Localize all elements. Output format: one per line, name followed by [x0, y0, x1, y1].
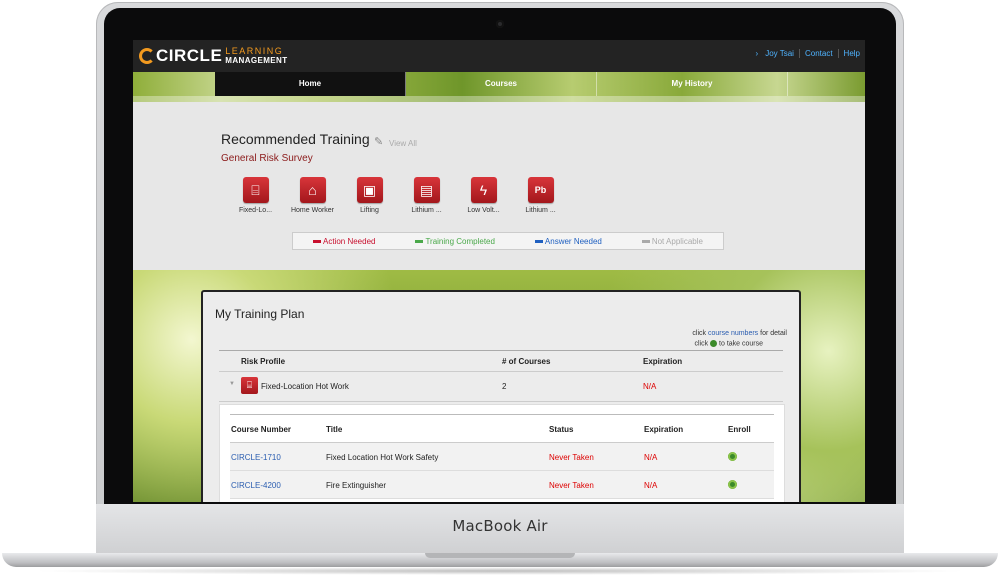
course-title: Fire Extinguisher: [326, 481, 387, 490]
col-expiration: Expiration: [643, 357, 683, 366]
risk-item-fixed-location[interactable]: ⌸ Fixed-Lo...: [227, 177, 284, 214]
course-number-hint: click course numbers for detail: [692, 330, 787, 337]
lifting-icon: ▣: [356, 177, 383, 203]
col-risk-profile: Risk Profile: [241, 357, 286, 366]
risk-item-label: Lifting: [360, 207, 379, 214]
col-enroll: Enroll: [728, 425, 751, 434]
legend-training-completed: Training Completed: [415, 237, 495, 246]
device-shadow: [30, 567, 970, 575]
risk-icon-list: ⌸ Fixed-Lo... ⌂ Home Worker ▣ Lifting ▤ …: [227, 177, 569, 214]
course-expiration: N/A: [644, 453, 658, 462]
nav-courses[interactable]: Courses: [406, 72, 597, 96]
house-icon: ⌂: [299, 177, 326, 203]
contact-link[interactable]: Contact: [798, 49, 838, 58]
user-link[interactable]: Joy Tsai: [760, 49, 799, 58]
nav-history[interactable]: My History: [597, 72, 788, 96]
lead-pb-icon: Pb: [527, 177, 554, 203]
course-expiration: N/A: [644, 481, 658, 490]
enroll-play-icon[interactable]: [728, 480, 737, 489]
lightning-icon: ϟ: [470, 177, 497, 203]
view-all-link[interactable]: View All: [389, 139, 417, 148]
col-num-courses: # of Courses: [502, 357, 551, 366]
plan-table-header: Risk Profile # of Courses Expiration: [219, 350, 783, 372]
risk-expiration: N/A: [643, 382, 657, 391]
course-status: Never Taken: [549, 453, 594, 462]
user-arrow-icon: ›: [755, 49, 759, 58]
stairs-icon: ⌸: [241, 377, 258, 394]
col-course-number: Course Number: [231, 425, 292, 434]
recommended-section: Recommended Training ✎ View All General …: [133, 102, 865, 270]
course-numbers-link[interactable]: course numbers: [708, 330, 758, 337]
help-link[interactable]: Help: [837, 49, 865, 58]
expand-triangle-icon[interactable]: ▼: [229, 381, 235, 387]
course-status: Never Taken: [549, 481, 594, 490]
top-bar: CIRCLE LEARNING MANAGEMENT › Joy Tsai Co…: [133, 40, 865, 72]
table-row: CIRCLE-1710 Fixed Location Hot Work Safe…: [230, 443, 774, 471]
risk-profile-name: Fixed-Location Hot Work: [261, 382, 349, 391]
risk-item-label: Low Volt...: [467, 207, 500, 214]
logo-ring-icon: [139, 48, 155, 64]
table-row[interactable]: ▼ ⌸ Fixed-Location Hot Work 2 N/A: [219, 371, 783, 402]
enroll-play-icon[interactable]: [728, 452, 737, 461]
training-plan-panel: My Training Plan click course numbers fo…: [201, 290, 801, 502]
risk-item-home-worker[interactable]: ⌂ Home Worker: [284, 177, 341, 214]
risk-item-lifting[interactable]: ▣ Lifting: [341, 177, 398, 214]
risk-item-lithium[interactable]: ▤ Lithium ...: [398, 177, 455, 214]
status-legend: Action Needed Training Completed Answer …: [292, 232, 724, 250]
course-number-link[interactable]: CIRCLE-1710: [231, 453, 281, 462]
risk-item-label: Lithium ...: [411, 207, 442, 214]
col-title: Title: [326, 425, 343, 434]
hint-text: for detail: [760, 330, 787, 337]
play-icon: [710, 340, 718, 347]
survey-subtitle[interactable]: General Risk Survey: [221, 153, 313, 164]
course-number-link[interactable]: CIRCLE-4200: [231, 481, 281, 490]
course-table-header: Course Number Title Status Expiration En…: [230, 414, 774, 443]
risk-item-label: Home Worker: [290, 207, 335, 214]
risk-item-label: Fixed-Lo...: [238, 207, 273, 214]
training-plan-title: My Training Plan: [215, 307, 305, 321]
stairs-icon: ⌸: [242, 177, 269, 203]
course-table: Course Number Title Status Expiration En…: [219, 404, 785, 502]
logo-word: CIRCLE: [156, 46, 223, 65]
legend-action-needed: Action Needed: [313, 237, 375, 246]
risk-item-label: Lithium ...: [525, 207, 556, 214]
app-screen: CIRCLE LEARNING MANAGEMENT › Joy Tsai Co…: [133, 40, 865, 502]
main-nav: Home Courses My History: [215, 72, 788, 96]
hint-text: click: [694, 340, 709, 348]
lid-notch: [425, 553, 575, 558]
risk-course-count: 2: [502, 382, 507, 391]
take-course-hint: click to take course: [694, 340, 763, 348]
logo-sub-learning: LEARNING: [225, 46, 284, 56]
risk-item-lithium-pb[interactable]: Pb Lithium ...: [512, 177, 569, 214]
legend-answer-needed: Answer Needed: [535, 237, 602, 246]
risk-item-low-voltage[interactable]: ϟ Low Volt...: [455, 177, 512, 214]
battery-icon: ▤: [413, 177, 440, 203]
col-status: Status: [549, 425, 574, 434]
logo-subtitle: LEARNING MANAGEMENT: [225, 46, 288, 66]
table-row: CIRCLE-4200 Fire Extinguisher Never Take…: [230, 471, 774, 499]
camera-icon: [496, 20, 504, 28]
hint-text: to take course: [719, 340, 763, 348]
recommended-title: Recommended Training: [221, 131, 370, 147]
top-links: › Joy Tsai Contact Help: [751, 49, 865, 58]
course-title: Fixed Location Hot Work Safety: [326, 453, 439, 462]
legend-not-applicable: Not Applicable: [642, 237, 703, 246]
nav-home[interactable]: Home: [215, 72, 406, 96]
hint-text: click: [692, 330, 707, 337]
circle-logo[interactable]: CIRCLE LEARNING MANAGEMENT: [139, 44, 288, 68]
col-expiration: Expiration: [644, 425, 684, 434]
device-label: MacBook Air: [452, 517, 548, 535]
pencil-icon[interactable]: ✎: [374, 135, 383, 148]
logo-sub-management: MANAGEMENT: [225, 56, 288, 65]
